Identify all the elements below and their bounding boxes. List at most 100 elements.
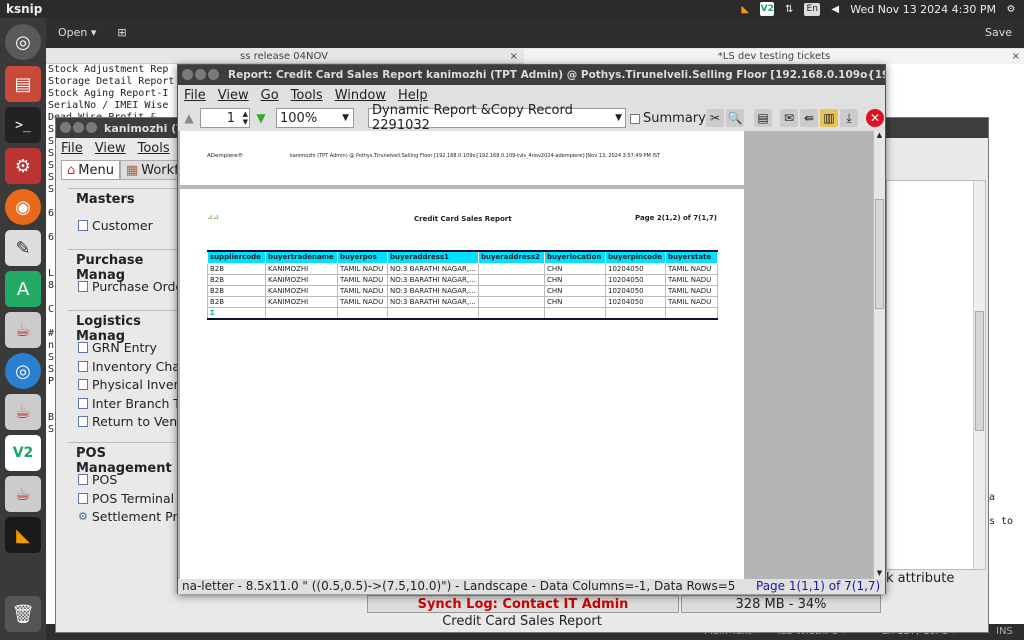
- save-button[interactable]: Save: [985, 26, 1012, 39]
- menu-view[interactable]: View: [95, 141, 126, 156]
- minimize-window-icon[interactable]: [195, 69, 206, 80]
- next-page-icon[interactable]: ▼: [252, 109, 270, 127]
- table-cell: CHN: [544, 285, 606, 297]
- tab-menu[interactable]: ⌂ Menu: [61, 160, 120, 180]
- table-cell: NO:3 BARATHI NAGAR,...: [387, 296, 479, 308]
- chevron-down-icon: ▼: [615, 113, 622, 123]
- java-app-icon-3[interactable]: ☕: [5, 476, 41, 512]
- java-app-icon[interactable]: ☕: [5, 312, 41, 348]
- scroll-up-icon[interactable]: ▲: [874, 131, 885, 141]
- scroll-down-icon[interactable]: ▼: [874, 569, 885, 579]
- close-window-icon[interactable]: [182, 69, 193, 80]
- menu-tree-item[interactable]: ⚙ Settlement Pri: [78, 509, 181, 524]
- menu-view[interactable]: View: [218, 88, 249, 103]
- vnc-viewer-icon[interactable]: V2: [5, 435, 41, 471]
- files-icon[interactable]: ▤: [5, 66, 41, 102]
- language-indicator[interactable]: En: [804, 2, 821, 16]
- menu-tree-item[interactable]: Purchase Orde: [78, 279, 183, 294]
- print-icon[interactable]: ▤: [754, 109, 772, 127]
- checkbox-box[interactable]: [630, 113, 640, 124]
- menu-file[interactable]: File: [184, 88, 206, 103]
- report-format-select[interactable]: Dynamic Report &Copy Record 2291032 ▼: [368, 103, 626, 133]
- ubuntu-logo-icon[interactable]: ◎: [5, 24, 41, 60]
- open-button[interactable]: Open ▾ ⊞: [58, 26, 127, 39]
- menu-tree-item[interactable]: Inventory Cha: [78, 359, 180, 374]
- save-report-icon[interactable]: ⤓: [840, 109, 858, 127]
- table-row: B2B KANIMOZHI TAMIL NADU NO:3 BARATHI NAGAR…: [207, 296, 718, 308]
- summary-row: Σ: [207, 307, 718, 320]
- menu-window[interactable]: Window: [335, 88, 386, 103]
- find-icon[interactable]: 🔍: [726, 109, 744, 127]
- report-page-previous: ADempiere® kanimozhi (TPT Admin) @ Pothy…: [180, 131, 744, 185]
- right-scrollbar[interactable]: [973, 181, 985, 569]
- menu-tree-item[interactable]: GRN Entry: [78, 340, 157, 355]
- close-window-icon[interactable]: [60, 122, 71, 133]
- scrollbar-thumb[interactable]: [975, 311, 984, 431]
- new-document-icon[interactable]: ⊞: [117, 26, 126, 39]
- menu-go[interactable]: Go: [261, 88, 279, 103]
- memory-usage[interactable]: 328 MB - 34%: [681, 595, 881, 613]
- summary-checkbox[interactable]: Summary: [630, 111, 706, 126]
- report-preview-area[interactable]: ADempiere® kanimozhi (TPT Admin) @ Pothy…: [178, 131, 885, 579]
- menu-tree-item[interactable]: Return to Vend: [78, 414, 185, 429]
- maximize-window-icon[interactable]: [208, 69, 219, 80]
- editor-header-bar: Open ▾ ⊞ Save: [46, 18, 1024, 48]
- settings-icon[interactable]: ⚙: [5, 148, 41, 184]
- trash-icon[interactable]: 🗑: [5, 596, 41, 632]
- zoom-select[interactable]: 100% ▼: [276, 108, 354, 128]
- maximize-window-icon[interactable]: [86, 122, 97, 133]
- menu-help[interactable]: Help: [398, 88, 428, 103]
- editor-tab[interactable]: *LS dev testing tickets ×: [524, 49, 1024, 64]
- close-tab-icon[interactable]: ×: [510, 51, 518, 62]
- active-app-name: ksnip: [6, 2, 43, 16]
- software-updater-icon[interactable]: A: [5, 271, 41, 307]
- editor-tab[interactable]: ss release 04NOV ×: [46, 49, 522, 64]
- network-icon[interactable]: ⇅: [782, 2, 796, 16]
- app-tray-icon[interactable]: ◣: [738, 2, 752, 16]
- minimize-window-icon[interactable]: [73, 122, 84, 133]
- previous-page-icon[interactable]: ▲: [180, 109, 198, 127]
- close-tab-icon[interactable]: ×: [1012, 51, 1020, 62]
- table-cell: TAMIL NADU: [337, 263, 388, 275]
- editor-line: Storage Detail Report: [48, 76, 175, 87]
- ksnip-icon[interactable]: ◣: [5, 517, 41, 553]
- menu-tree-item[interactable]: POS Terminal: [78, 491, 174, 506]
- report-header-right: kanimozhi (TPT Admin) @ Pothys.Tirunelve…: [290, 153, 661, 159]
- summary-cell: [265, 307, 338, 320]
- customize-tools-icon[interactable]: ✂: [706, 109, 724, 127]
- settings-gear-icon[interactable]: ⚙: [1004, 2, 1018, 16]
- clock[interactable]: Wed Nov 13 2024 4:30 PM: [850, 3, 996, 16]
- menu-tree-item[interactable]: Physical Inven: [78, 377, 181, 392]
- spinner-arrows-icon[interactable]: ▲ ▼: [243, 110, 248, 126]
- volume-icon[interactable]: ◀: [828, 2, 842, 16]
- column-header: buyerpincode: [605, 250, 666, 264]
- menu-tree-item[interactable]: POS: [78, 472, 117, 487]
- preview-scrollbar[interactable]: ▲ ▼: [873, 131, 885, 579]
- menu-tree-item[interactable]: Customer: [78, 218, 153, 233]
- menu-file[interactable]: File: [61, 141, 83, 156]
- editor-line: Stock Aging Report-I: [48, 88, 169, 99]
- java-app-icon-2[interactable]: ☕: [5, 394, 41, 430]
- terminal-icon[interactable]: >_: [5, 107, 41, 143]
- firefox-icon[interactable]: ◉: [5, 189, 41, 225]
- menu-tree-item-label: Purchase Orde: [92, 279, 184, 294]
- close-report-icon[interactable]: ✕: [866, 109, 884, 127]
- text-editor-icon[interactable]: ✎: [5, 230, 41, 266]
- scrollbar-thumb[interactable]: [875, 199, 884, 309]
- table-cell: [478, 263, 545, 275]
- page-number-spinner[interactable]: 1 ▲ ▼: [200, 108, 250, 128]
- summary-cell: [478, 307, 545, 320]
- table-cell: CHN: [544, 296, 606, 308]
- synch-log[interactable]: Synch Log: Contact IT Admin: [367, 595, 679, 613]
- menu-tools[interactable]: Tools: [291, 88, 323, 103]
- chevron-down-icon: ▼: [342, 113, 349, 123]
- menu-tree-item[interactable]: Inter Branch T: [78, 396, 181, 411]
- send-mail-icon[interactable]: ✉: [780, 109, 798, 127]
- archive-icon[interactable]: ⇚: [800, 109, 818, 127]
- vnc-tray-icon[interactable]: V2: [760, 2, 775, 16]
- chromium-icon[interactable]: ◎: [5, 353, 41, 389]
- table-cell: 10204050: [605, 296, 666, 308]
- summary-cell: [665, 307, 718, 320]
- menu-tools[interactable]: Tools: [138, 141, 170, 156]
- export-icon[interactable]: ▥: [820, 109, 838, 127]
